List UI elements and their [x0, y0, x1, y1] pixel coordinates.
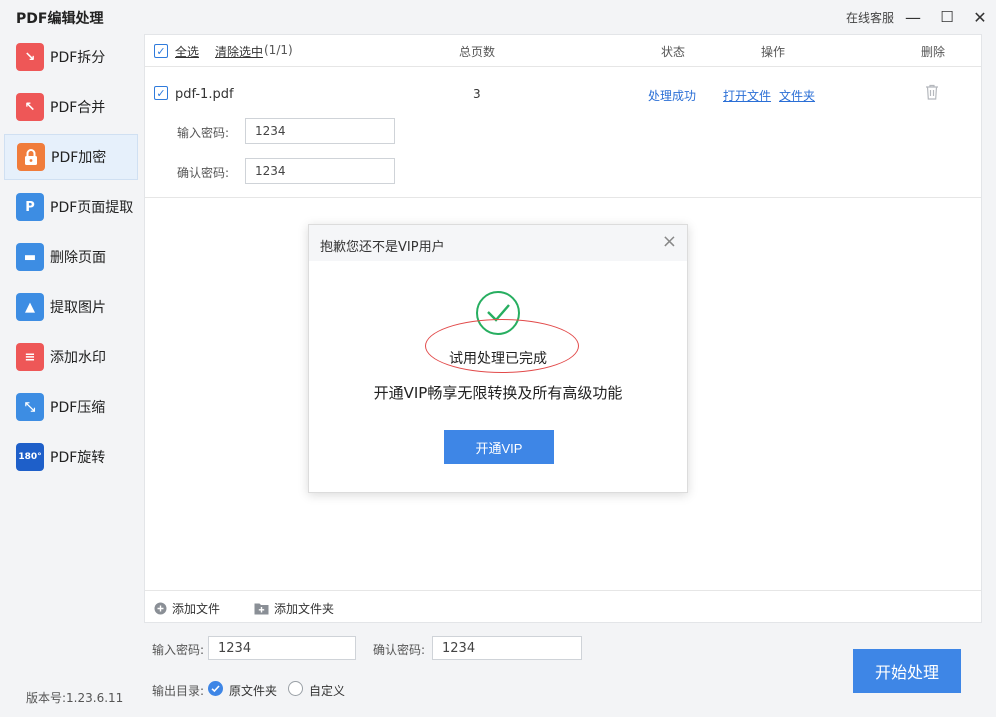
- watermark-icon: ≡: [16, 343, 44, 371]
- sidebar-item-page-extract[interactable]: P PDF页面提取: [4, 184, 138, 230]
- maximize-button[interactable]: ☐: [936, 6, 958, 28]
- select-all-link[interactable]: 全选: [175, 43, 199, 60]
- page-count: 3: [473, 87, 481, 101]
- folder-plus-icon: [254, 603, 269, 615]
- confirm-password-label: 确认密码:: [373, 643, 426, 657]
- column-header-pages: 总页数: [459, 45, 496, 59]
- close-window-button[interactable]: ✕: [969, 6, 991, 28]
- sidebar-item-label: PDF压缩: [50, 400, 106, 416]
- sidebar-item-rotate[interactable]: 180° PDF旋转: [4, 434, 138, 480]
- confirm-password-input[interactable]: [432, 636, 582, 660]
- delete-page-icon: ▬: [16, 243, 44, 271]
- sidebar-item-label: PDF加密: [51, 150, 107, 166]
- split-icon: ↘: [16, 43, 44, 71]
- dialog-close-icon[interactable]: ×: [662, 231, 677, 252]
- status-text: 处理成功: [648, 89, 697, 103]
- sidebar-item-extract-image[interactable]: ▲ 提取图片: [4, 284, 138, 330]
- sidebar-item-label: 提取图片: [50, 300, 106, 316]
- radio-custom-folder[interactable]: [288, 681, 303, 696]
- page-extract-icon: P: [16, 193, 44, 221]
- add-file-button[interactable]: 添加文件: [154, 600, 220, 617]
- online-service-link[interactable]: 在线客服: [846, 9, 894, 26]
- trash-icon[interactable]: [925, 84, 939, 104]
- row-checkbox[interactable]: ✓: [154, 86, 168, 100]
- select-all-checkbox[interactable]: ✓: [154, 44, 168, 58]
- trial-done-text: 试用处理已完成: [449, 351, 547, 367]
- table-row: ✓ pdf-1.pdf 3 处理成功 打开文件 文件夹 输入密码: 确认密码:: [145, 68, 981, 198]
- version-label: 版本号:1.23.6.11: [26, 691, 124, 705]
- title-bar: PDF编辑处理 在线客服 — ☐ ✕: [0, 0, 996, 34]
- panel-footer: 添加文件 添加文件夹: [145, 590, 981, 622]
- password-input[interactable]: [208, 636, 356, 660]
- sidebar: ↘ PDF拆分 ↖ PDF合并 PDF加密 P PDF页面提取 ▬ 删除页面 ▲…: [0, 34, 140, 717]
- row-password-input[interactable]: [245, 118, 395, 144]
- radio-original-folder[interactable]: [208, 681, 223, 696]
- selected-count: (1/1): [264, 43, 293, 57]
- option-original-label: 原文件夹: [229, 684, 278, 698]
- sidebar-item-label: 添加水印: [50, 350, 106, 366]
- open-vip-button[interactable]: 开通VIP: [444, 430, 554, 464]
- plus-circle-icon: [154, 602, 167, 615]
- sidebar-item-watermark[interactable]: ≡ 添加水印: [4, 334, 138, 380]
- vip-description: 开通VIP畅享无限转换及所有高级功能: [373, 384, 623, 402]
- add-file-label: 添加文件: [172, 602, 221, 616]
- column-header-status: 状态: [661, 45, 686, 59]
- dialog-header: 抱歉您还不是VIP用户 ×: [309, 225, 687, 261]
- sidebar-item-encrypt[interactable]: PDF加密: [4, 134, 138, 180]
- check-icon: [211, 685, 220, 693]
- lock-icon: [17, 143, 45, 171]
- open-file-link[interactable]: 打开文件: [723, 87, 771, 104]
- extract-image-icon: ▲: [16, 293, 44, 321]
- open-folder-link[interactable]: 文件夹: [779, 87, 815, 104]
- sidebar-item-label: 删除页面: [50, 250, 106, 266]
- sidebar-item-label: PDF旋转: [50, 450, 106, 466]
- add-folder-button[interactable]: 添加文件夹: [254, 600, 334, 617]
- start-button[interactable]: 开始处理: [853, 649, 961, 693]
- dialog-title: 抱歉您还不是VIP用户: [320, 240, 445, 255]
- row-confirm-label: 确认密码:: [177, 166, 230, 180]
- app-title: PDF编辑处理: [16, 11, 104, 27]
- table-header: ✓ 全选 清除选中 (1/1) 总页数 状态 操作 删除: [145, 35, 981, 67]
- merge-icon: ↖: [16, 93, 44, 121]
- sidebar-item-label: PDF页面提取: [50, 200, 134, 216]
- sidebar-item-compress[interactable]: ⤡ PDF压缩: [4, 384, 138, 430]
- sidebar-item-merge[interactable]: ↖ PDF合并: [4, 84, 138, 130]
- vip-dialog: 抱歉您还不是VIP用户 × 试用处理已完成 开通VIP畅享无限转换及所有高级功能…: [308, 224, 688, 493]
- option-custom-label: 自定义: [309, 684, 346, 698]
- rotate-icon: 180°: [16, 443, 44, 471]
- column-header-actions: 操作: [761, 45, 786, 59]
- sidebar-item-label: PDF合并: [50, 100, 106, 116]
- compress-icon: ⤡: [16, 393, 44, 421]
- clear-selected-link[interactable]: 清除选中: [215, 43, 263, 60]
- password-label: 输入密码:: [152, 643, 205, 657]
- output-dir-label: 输出目录:: [152, 684, 205, 698]
- minimize-button[interactable]: —: [902, 6, 924, 28]
- file-name: pdf-1.pdf: [175, 87, 234, 102]
- row-confirm-input[interactable]: [245, 158, 395, 184]
- add-folder-label: 添加文件夹: [274, 602, 335, 616]
- sidebar-item-split[interactable]: ↘ PDF拆分: [4, 34, 138, 80]
- sidebar-item-delete-page[interactable]: ▬ 删除页面: [4, 234, 138, 280]
- row-password-label: 输入密码:: [177, 126, 230, 140]
- column-header-delete: 删除: [921, 45, 946, 59]
- sidebar-item-label: PDF拆分: [50, 50, 106, 66]
